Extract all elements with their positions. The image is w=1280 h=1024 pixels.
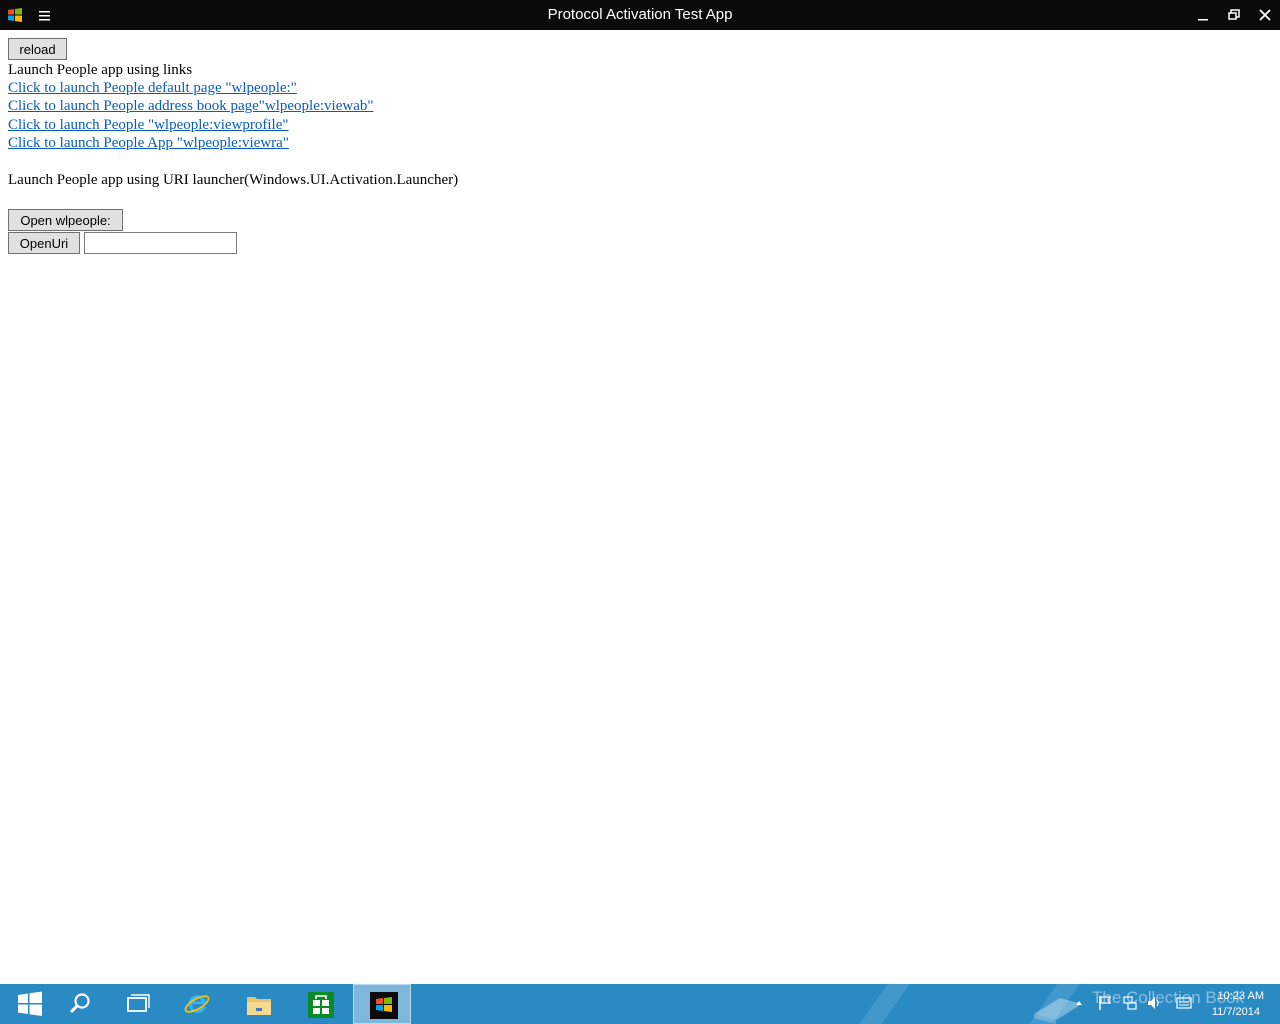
uri-input[interactable] <box>84 232 237 254</box>
store-button[interactable] <box>291 984 349 1024</box>
protocol-app-icon <box>370 992 398 1019</box>
title-bar: Protocol Activation Test App <box>0 0 1280 30</box>
task-view-icon <box>127 994 150 1012</box>
system-tray <box>1072 984 1192 1024</box>
keyboard-icon[interactable] <box>1176 996 1192 1010</box>
open-wlpeople-button[interactable]: Open wlpeople: <box>8 209 123 231</box>
task-view-button[interactable] <box>107 984 165 1024</box>
taskbar: The Collection Book 10:23 AM 11/7/2014 <box>0 984 1280 1024</box>
restore-button[interactable] <box>1219 0 1249 30</box>
reload-button[interactable]: reload <box>8 38 67 60</box>
clock-time: 10:23 AM <box>1217 990 1264 1002</box>
minimize-button[interactable] <box>1188 0 1218 30</box>
search-icon <box>69 993 90 1014</box>
show-hidden-icons-icon[interactable] <box>1074 998 1084 1008</box>
link-people-address-book[interactable]: Click to launch People address book page… <box>8 98 374 115</box>
file-explorer-button[interactable] <box>229 984 287 1024</box>
clock-date: 11/7/2014 <box>1211 1006 1260 1018</box>
search-button[interactable] <box>50 984 108 1024</box>
internet-explorer-button[interactable] <box>167 984 225 1024</box>
links-section-heading: Launch People app using links <box>8 62 193 78</box>
protocol-app-taskbar-button[interactable] <box>353 984 411 1024</box>
open-uri-button[interactable]: OpenUri <box>8 232 80 254</box>
close-icon <box>1259 9 1271 21</box>
network-icon[interactable] <box>1122 995 1138 1011</box>
restore-icon <box>1228 9 1240 20</box>
link-people-viewra[interactable]: Click to launch People App "wlpeople:vie… <box>8 135 289 152</box>
taskbar-decoration <box>845 984 917 1024</box>
minimize-icon <box>1198 19 1208 21</box>
clock[interactable]: 10:23 AM 11/7/2014 <box>1200 984 1276 1024</box>
close-button[interactable] <box>1250 0 1280 30</box>
start-icon <box>18 991 42 1016</box>
window-title: Protocol Activation Test App <box>547 6 733 23</box>
store-icon <box>308 992 334 1018</box>
link-people-viewprofile[interactable]: Click to launch People "wlpeople:viewpro… <box>8 117 289 134</box>
link-people-default[interactable]: Click to launch People default page "wlp… <box>8 80 297 97</box>
internet-explorer-icon <box>184 995 210 1013</box>
file-explorer-icon <box>247 997 271 1015</box>
launcher-section-heading: Launch People app using URI launcher(Win… <box>8 172 459 188</box>
action-center-flag-icon[interactable] <box>1098 995 1112 1011</box>
volume-icon[interactable] <box>1146 995 1162 1011</box>
